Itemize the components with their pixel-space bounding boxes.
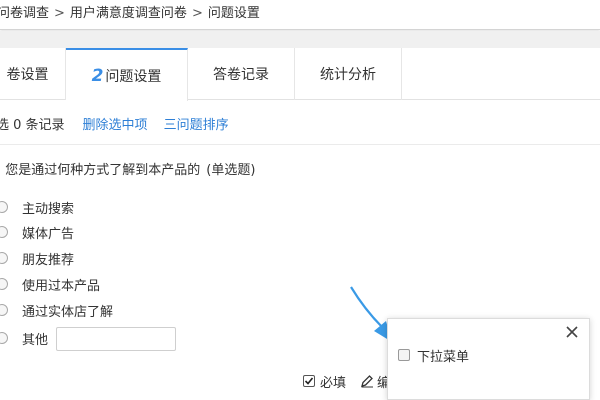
question-type: (单选题) <box>206 163 256 178</box>
tab-bar: 卷设置 2 问题设置 答卷记录 统计分析 <box>0 48 600 101</box>
tab-label: 卷设置 <box>6 67 49 83</box>
question-type-popup: 下拉菜单 <box>387 318 590 400</box>
option-label: 主动搜索 <box>22 201 75 217</box>
tab-survey-settings[interactable]: 卷设置 <box>0 48 66 100</box>
required-checkbox[interactable] <box>303 375 315 387</box>
option-label: 通过实体店了解 <box>22 304 114 320</box>
section-gap <box>0 31 600 48</box>
option-row[interactable]: 主动搜索 <box>0 198 75 217</box>
other-text-input[interactable] <box>56 327 176 351</box>
radio-button[interactable] <box>0 332 8 344</box>
option-label: 媒体广告 <box>22 226 75 242</box>
delete-selected-link[interactable]: 删除选中项 <box>83 114 148 133</box>
action-row: 选 0 条记录 删除选中项 三问题排序 <box>0 113 245 133</box>
radio-button[interactable] <box>0 304 8 316</box>
radio-button[interactable] <box>0 226 8 238</box>
close-icon[interactable] <box>565 325 579 339</box>
tab-label: 答卷记录 <box>213 67 269 83</box>
option-row[interactable]: 通过实体店了解 <box>0 301 114 320</box>
divider <box>0 144 600 145</box>
tab-answer-records[interactable]: 答卷记录 <box>188 48 295 100</box>
tab-label: 统计分析 <box>320 67 376 83</box>
breadcrumb: 问卷调查 > 用户满意度调查问卷 > 问题设置 <box>0 2 260 21</box>
dropdown-checkbox[interactable] <box>398 349 410 361</box>
tab-statistics[interactable]: 统计分析 <box>295 48 402 100</box>
question-text: . 您是通过何种方式了解到本产品的 <box>0 163 201 178</box>
checkmark-icon <box>304 377 314 385</box>
option-label: 使用过本产品 <box>22 278 101 294</box>
option-row[interactable]: 朋友推荐 <box>0 249 75 268</box>
required-label: 必填 <box>320 375 347 391</box>
option-row[interactable]: 使用过本产品 <box>0 275 101 294</box>
selected-count: 选 0 条记录 <box>0 117 65 133</box>
question-title: . 您是通过何种方式了解到本产品的 (单选题) <box>0 159 255 178</box>
option-label: 朋友推荐 <box>22 252 75 268</box>
radio-button[interactable] <box>0 278 8 290</box>
radio-button[interactable] <box>0 201 8 213</box>
option-row[interactable]: 媒体广告 <box>0 223 75 242</box>
breadcrumb-separator: > <box>54 6 65 21</box>
breadcrumb-separator: > <box>191 6 203 21</box>
tab-question-settings[interactable]: 2 问题设置 <box>66 48 188 101</box>
edit-button[interactable]: 编 <box>360 372 390 390</box>
sort-questions-link[interactable]: 三问题排序 <box>164 114 229 133</box>
pencil-icon <box>361 375 373 388</box>
option-row[interactable]: 其他 <box>0 329 49 348</box>
breadcrumb-bar: 问卷调查 > 用户满意度调查问卷 > 问题设置 <box>0 0 600 30</box>
radio-button[interactable] <box>0 252 8 264</box>
dropdown-option[interactable]: 下拉菜单 <box>398 346 470 365</box>
breadcrumb-item-survey[interactable]: 问卷调查 <box>0 6 49 21</box>
tab-label: 问题设置 <box>105 68 162 85</box>
required-toggle[interactable]: 必填 <box>303 372 347 391</box>
option-label: 其他 <box>22 332 49 348</box>
step-number: 2 <box>91 65 104 86</box>
breadcrumb-item-current: 问题设置 <box>207 6 260 21</box>
dropdown-label: 下拉菜单 <box>417 349 470 365</box>
breadcrumb-item-questionnaire[interactable]: 用户满意度调查问卷 <box>70 6 187 21</box>
